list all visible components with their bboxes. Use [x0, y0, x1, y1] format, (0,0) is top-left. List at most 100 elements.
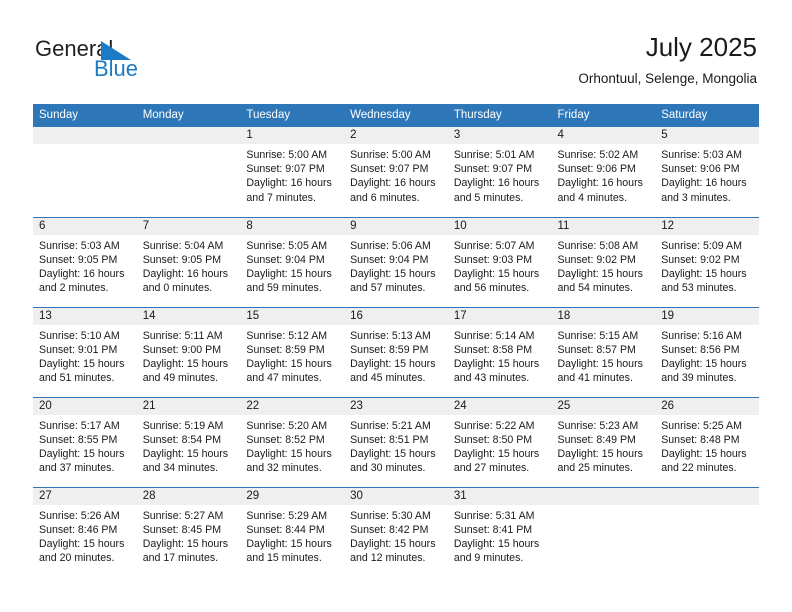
calendar-day-cell[interactable]: 10 Sunrise: 5:07 AM Sunset: 9:03 PM Dayligh…: [447, 216, 552, 307]
daylight-text-line1: Daylight: 15 hours: [661, 267, 747, 280]
calendar-day-cell[interactable]: 31 Sunrise: 5:31 AM Sunset: 8:41 PM Dayligh…: [447, 486, 552, 577]
daylight-text-line2: and 47 minutes.: [246, 372, 322, 385]
day-number: 3: [447, 127, 552, 144]
daylight-text-line2: and 5 minutes.: [453, 191, 524, 204]
daylight-text-line2: and 27 minutes.: [453, 462, 530, 475]
weekday-header-saturday: Saturday: [655, 104, 759, 127]
calendar-day-cell[interactable]: 1 Sunrise: 5:00 AM Sunset: 9:07 PM Daylight…: [240, 127, 345, 217]
sunrise-text: Sunrise: 5:11 AM: [142, 329, 223, 342]
day-cell-content: 21 Sunrise: 5:19 AM Sunset: 8:54 PM Dayligh…: [136, 397, 241, 487]
day-number: 17: [447, 307, 552, 325]
day-cell-content: 3 Sunrise: 5:01 AM Sunset: 9:07 PM Daylight…: [447, 127, 552, 216]
day-cell-content: 20 Sunrise: 5:17 AM Sunset: 8:55 PM Dayligh…: [33, 397, 137, 487]
daylight-text-line2: and 20 minutes.: [39, 552, 115, 565]
calendar-day-cell[interactable]: 22 Sunrise: 5:20 AM Sunset: 8:52 PM Dayligh…: [240, 396, 345, 487]
day-cell-content: 8 Sunrise: 5:05 AM Sunset: 9:04 PM Daylight…: [240, 217, 345, 307]
calendar-day-cell[interactable]: 19 Sunrise: 5:16 AM Sunset: 8:56 PM Dayligh…: [655, 306, 759, 397]
calendar-day-cell[interactable]: 30 Sunrise: 5:30 AM Sunset: 8:42 PM Dayligh…: [344, 486, 448, 577]
calendar-day-cell[interactable]: 17 Sunrise: 5:14 AM Sunset: 8:58 PM Dayligh…: [447, 306, 552, 397]
calendar-day-cell[interactable]: 9 Sunrise: 5:06 AM Sunset: 9:04 PM Daylight…: [344, 216, 448, 307]
page-header: General Blue July 2025 Orhontuul, Seleng…: [35, 32, 757, 96]
sunrise-text: Sunrise: 5:14 AM: [453, 329, 535, 342]
brand-name-blue: Blue: [94, 56, 139, 81]
calendar-day-cell[interactable]: 16 Sunrise: 5:13 AM Sunset: 8:59 PM Dayligh…: [344, 306, 448, 397]
sunrise-text: Sunrise: 5:03 AM: [661, 149, 742, 161]
calendar-day-cell[interactable]: 13 Sunrise: 5:10 AM Sunset: 9:01 PM Dayligh…: [33, 306, 137, 397]
weekday-header-tuesday: Tuesday: [240, 104, 345, 127]
calendar-day-cell[interactable]: 4 Sunrise: 5:02 AM Sunset: 9:06 PM Daylight…: [551, 127, 656, 217]
calendar-day-cell[interactable]: 3 Sunrise: 5:01 AM Sunset: 9:07 PM Daylight…: [447, 127, 552, 217]
calendar-grid: Sunday Monday Tuesday Wednesday Thursday…: [33, 104, 759, 577]
day-detail-lines: Sunrise: 5:10 AM Sunset: 9:01 PM Daylight:…: [33, 325, 137, 386]
daylight-text-line2: and 53 minutes.: [661, 282, 737, 295]
sunrise-text: Sunrise: 5:06 AM: [350, 239, 431, 252]
day-number: [551, 487, 656, 505]
daylight-text-line1: Daylight: 16 hours: [39, 267, 125, 280]
day-number: 21: [136, 397, 241, 415]
calendar-day-cell[interactable]: 11 Sunrise: 5:08 AM Sunset: 9:02 PM Dayligh…: [551, 216, 656, 307]
day-number: 18: [551, 307, 656, 325]
calendar-day-cell[interactable]: 18 Sunrise: 5:15 AM Sunset: 8:57 PM Dayligh…: [551, 306, 656, 397]
calendar-day-cell[interactable]: 5 Sunrise: 5:03 AM Sunset: 9:06 PM Daylight…: [655, 127, 759, 217]
weekday-header-wednesday: Wednesday: [344, 104, 448, 127]
calendar-day-cell[interactable]: 12 Sunrise: 5:09 AM Sunset: 9:02 PM Dayligh…: [655, 216, 759, 307]
sunrise-text: Sunrise: 5:27 AM: [142, 509, 224, 522]
calendar-day-cell: [655, 486, 759, 577]
calendar-day-cell[interactable]: 29 Sunrise: 5:29 AM Sunset: 8:44 PM Dayligh…: [240, 486, 345, 577]
sunset-text: Sunset: 9:06 PM: [557, 163, 636, 176]
sunset-text: Sunset: 8:52 PM: [246, 433, 325, 446]
calendar-day-cell[interactable]: 20 Sunrise: 5:17 AM Sunset: 8:55 PM Dayligh…: [33, 396, 137, 487]
day-cell-content: 13 Sunrise: 5:10 AM Sunset: 9:01 PM Dayligh…: [33, 307, 137, 397]
day-number: 16: [344, 307, 448, 325]
title-block: July 2025 Orhontuul, Selenge, Mongolia: [578, 32, 757, 87]
daylight-text-line1: Daylight: 15 hours: [39, 447, 125, 460]
day-detail-lines: Sunrise: 5:15 AM Sunset: 8:57 PM Daylight:…: [552, 325, 656, 386]
daylight-text-line2: and 30 minutes.: [350, 462, 426, 475]
sunset-text: Sunset: 8:48 PM: [661, 433, 740, 446]
day-detail-lines: Sunrise: 5:08 AM Sunset: 9:02 PM Daylight:…: [552, 235, 656, 296]
calendar-day-cell[interactable]: 25 Sunrise: 5:23 AM Sunset: 8:49 PM Dayligh…: [551, 396, 656, 487]
daylight-text-line1: Daylight: 15 hours: [246, 447, 332, 460]
daylight-text-line2: and 15 minutes.: [246, 552, 322, 565]
sunrise-text: Sunrise: 5:00 AM: [246, 149, 328, 161]
calendar-day-cell[interactable]: 14 Sunrise: 5:11 AM Sunset: 9:00 PM Dayligh…: [136, 306, 241, 397]
calendar-day-cell[interactable]: 27 Sunrise: 5:26 AM Sunset: 8:46 PM Dayligh…: [33, 486, 137, 577]
calendar-day-cell[interactable]: 24 Sunrise: 5:22 AM Sunset: 8:50 PM Dayligh…: [447, 396, 552, 487]
day-detail-lines: Sunrise: 5:03 AM Sunset: 9:05 PM Daylight:…: [33, 235, 137, 296]
day-detail-lines: [552, 505, 656, 509]
brand-logo[interactable]: General Blue: [35, 32, 295, 92]
sunrise-text: Sunrise: 5:02 AM: [557, 149, 639, 161]
calendar-day-cell[interactable]: 21 Sunrise: 5:19 AM Sunset: 8:54 PM Dayligh…: [136, 396, 241, 487]
day-number: [33, 127, 137, 144]
calendar-day-cell: [136, 127, 241, 217]
calendar-day-cell[interactable]: 8 Sunrise: 5:05 AM Sunset: 9:04 PM Daylight…: [240, 216, 345, 307]
day-cell-content: 6 Sunrise: 5:03 AM Sunset: 9:05 PM Daylight…: [33, 217, 137, 307]
day-detail-lines: Sunrise: 5:12 AM Sunset: 8:59 PM Daylight:…: [240, 325, 344, 386]
daylight-text-line2: and 49 minutes.: [142, 372, 219, 385]
calendar-day-cell[interactable]: 6 Sunrise: 5:03 AM Sunset: 9:05 PM Daylight…: [33, 216, 137, 307]
day-number: 4: [551, 127, 656, 144]
calendar-day-cell[interactable]: 23 Sunrise: 5:21 AM Sunset: 8:51 PM Dayligh…: [344, 396, 448, 487]
calendar-day-cell[interactable]: 28 Sunrise: 5:27 AM Sunset: 8:45 PM Dayligh…: [136, 486, 241, 577]
calendar-day-cell: [33, 127, 137, 217]
calendar-day-cell[interactable]: 2 Sunrise: 5:00 AM Sunset: 9:07 PM Daylight…: [344, 127, 448, 217]
sunset-text: Sunset: 9:02 PM: [557, 253, 636, 266]
day-detail-lines: Sunrise: 5:26 AM Sunset: 8:46 PM Daylight:…: [33, 505, 137, 566]
day-cell-content: 10 Sunrise: 5:07 AM Sunset: 9:03 PM Dayligh…: [447, 217, 552, 307]
daylight-text-line1: Daylight: 15 hours: [453, 267, 540, 280]
page-title: July 2025: [645, 32, 757, 62]
daylight-text-line2: and 57 minutes.: [350, 282, 426, 295]
sunset-text: Sunset: 9:07 PM: [453, 163, 533, 176]
day-cell-content: 9 Sunrise: 5:06 AM Sunset: 9:04 PM Daylight…: [344, 217, 448, 307]
daylight-text-line2: and 37 minutes.: [39, 462, 115, 475]
daylight-text-line1: Daylight: 15 hours: [350, 537, 436, 550]
day-number: 19: [655, 307, 759, 325]
day-detail-lines: Sunrise: 5:21 AM Sunset: 8:51 PM Daylight:…: [344, 415, 448, 476]
sunrise-text: Sunrise: 5:13 AM: [350, 329, 431, 342]
calendar-day-cell[interactable]: 26 Sunrise: 5:25 AM Sunset: 8:48 PM Dayligh…: [655, 396, 759, 487]
sunset-text: Sunset: 9:01 PM: [39, 343, 118, 356]
day-cell-content: 28 Sunrise: 5:27 AM Sunset: 8:45 PM Dayligh…: [136, 487, 241, 577]
calendar-day-cell[interactable]: 7 Sunrise: 5:04 AM Sunset: 9:05 PM Daylight…: [136, 216, 241, 307]
calendar-day-cell[interactable]: 15 Sunrise: 5:12 AM Sunset: 8:59 PM Dayligh…: [240, 306, 345, 397]
calendar-table: Sunday Monday Tuesday Wednesday Thursday…: [33, 104, 759, 577]
